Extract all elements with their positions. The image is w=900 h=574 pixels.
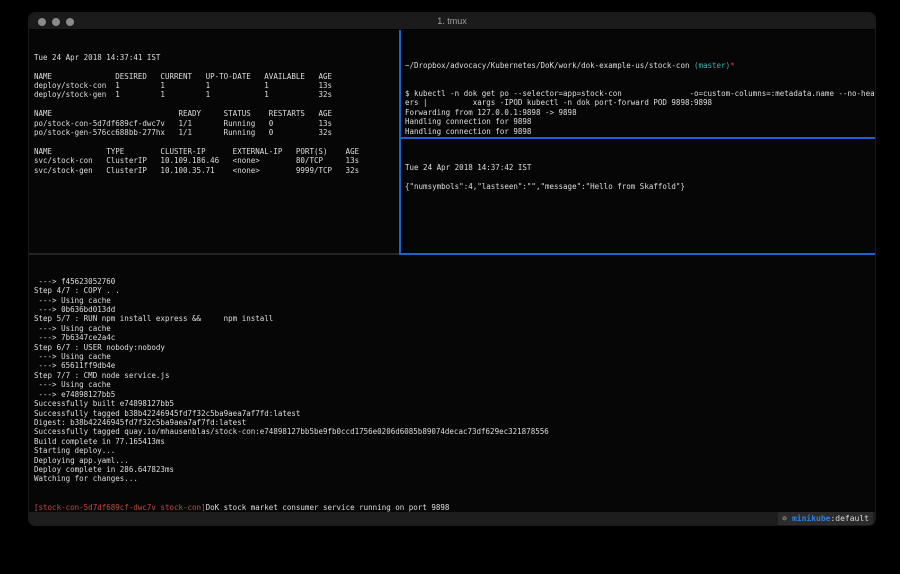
git-dirty-marker: * (730, 61, 735, 70)
kubernetes-icon: ☸ (782, 514, 787, 523)
tmux-status-bar: dok0:vagrant@localhost:~* ☸ minikube:def… (29, 512, 875, 525)
title-bar: 1. tmux (29, 13, 875, 30)
git-branch: (master) (694, 61, 730, 70)
pane-border-vertical[interactable] (399, 30, 401, 253)
pane-curl-response[interactable]: Tue 24 Apr 2018 14:37:42 IST {"numsymbol… (401, 139, 876, 251)
kube-context-segment: ☸ minikube:default (778, 512, 873, 525)
pane-border-horizontal-right-top[interactable] (401, 137, 876, 139)
cwd-path: ~/Dropbox/advocacy/Kubernetes/DoK/work/d… (405, 61, 694, 70)
terminal-window: 1. tmux Tue 24 Apr 2018 14:37:41 IST NAM… (28, 12, 876, 526)
pod-log-prefix: [stock-con-5d7df689cf-dwc7v stock-con] (34, 503, 206, 512)
pod-log-line: [stock-con-5d7df689cf-dwc7v stock-con]Do… (34, 503, 876, 512)
window-title: 1. tmux (29, 16, 875, 26)
port-forward-output: $ kubectl -n dok get po --selector=app=s… (405, 89, 876, 137)
pane-port-forward[interactable]: ~/Dropbox/advocacy/Kubernetes/DoK/work/d… (401, 30, 876, 137)
pod-log-message: DoK stock market consumer service runnin… (206, 503, 450, 512)
skaffold-build-output: ---> f45623052760 Step 4/7 : COPY . . --… (34, 277, 876, 484)
kubectl-watch-output: Tue 24 Apr 2018 14:37:41 IST NAME DESIRE… (34, 53, 399, 175)
pane-skaffold-log[interactable]: ---> f45623052760 Step 4/7 : COPY . . --… (29, 255, 876, 514)
curl-response-output: Tue 24 Apr 2018 14:37:42 IST {"numsymbol… (405, 163, 876, 191)
kube-namespace: :default (830, 514, 869, 523)
pane-kubectl-watch[interactable]: Tue 24 Apr 2018 14:37:41 IST NAME DESIRE… (29, 30, 399, 253)
kube-context-name: minikube (792, 514, 831, 523)
shell-prompt-line: ~/Dropbox/advocacy/Kubernetes/DoK/work/d… (405, 61, 876, 70)
